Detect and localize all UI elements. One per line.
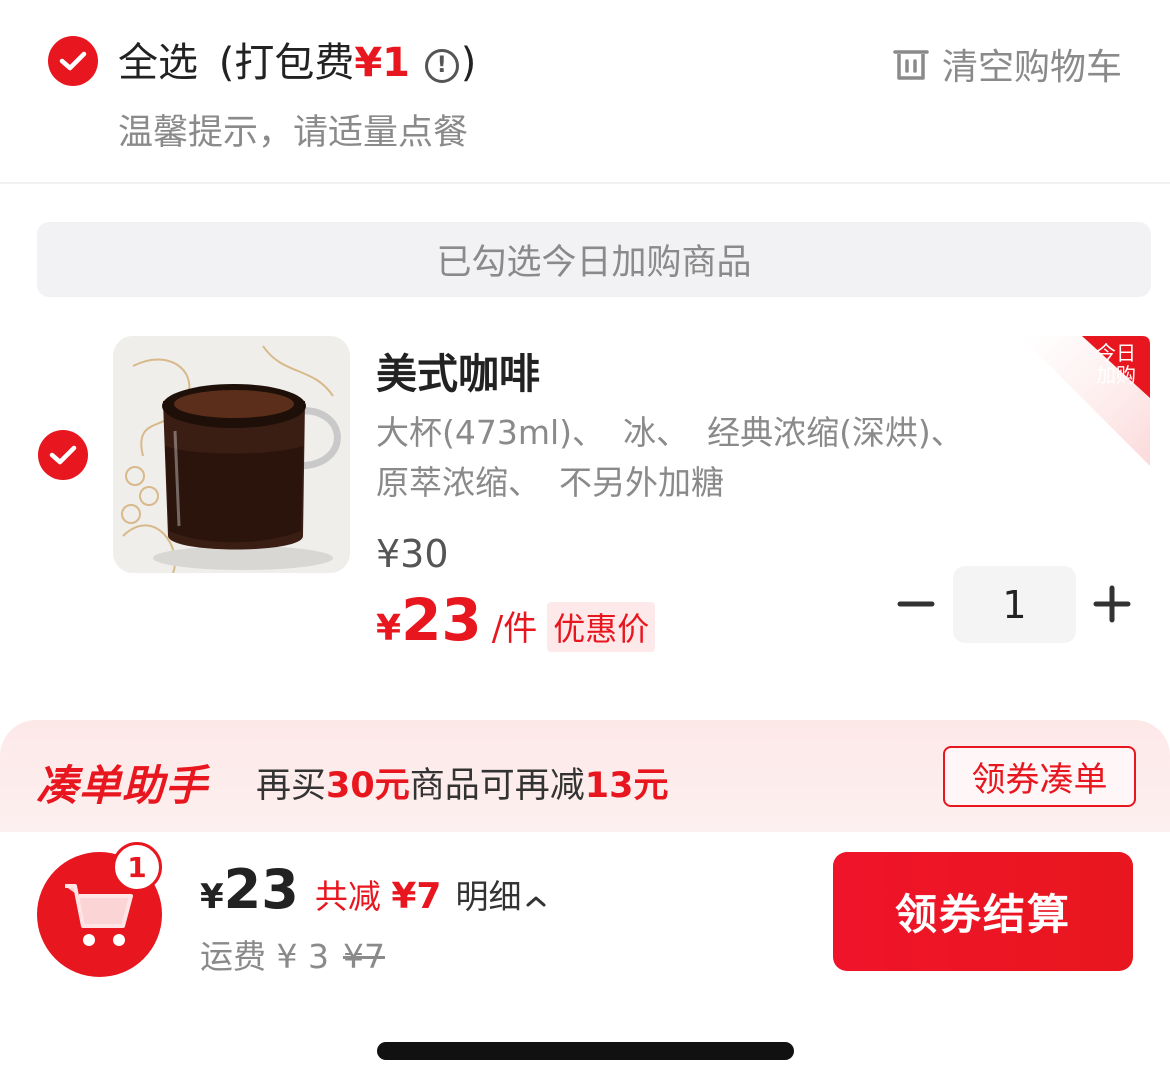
info-circle-icon[interactable]: !	[424, 48, 459, 83]
delivery-fee-original: ¥7	[342, 937, 385, 976]
price-detail-toggle[interactable]: 明细	[455, 870, 547, 918]
quantity-increase-button[interactable]	[1092, 584, 1132, 624]
product-image[interactable]	[113, 336, 350, 573]
badge-line-2: 加购	[1096, 363, 1136, 387]
total-currency: ¥	[200, 877, 224, 917]
check-icon	[49, 445, 77, 465]
trash-icon	[893, 50, 929, 80]
savings-label: 共减	[314, 877, 381, 916]
select-all-checkbox[interactable]	[48, 36, 98, 86]
helper-text-2: 商品可再减	[409, 766, 585, 806]
plus-icon	[1093, 585, 1131, 623]
home-indicator[interactable]	[377, 1042, 794, 1060]
coffee-cup-image	[113, 336, 350, 573]
deal-price-unit: /件	[491, 609, 538, 649]
selected-today-text: 已勾选今日加购商品	[436, 243, 752, 283]
select-all-text: 全选	[118, 40, 198, 86]
quantity-field[interactable]: 1	[953, 566, 1076, 643]
checkout-label: 领券结算	[894, 890, 1071, 939]
helper-amount: 30元	[326, 766, 410, 806]
clear-cart-label: 清空购物车	[942, 47, 1123, 88]
deal-price-tag: 优惠价	[547, 602, 656, 652]
product-name: 美式咖啡	[376, 350, 540, 398]
deal-price: ¥ 23 /件 优惠价	[376, 586, 656, 654]
quantity-value: 1	[1002, 582, 1027, 627]
delivery-fee-current: 运费 ¥ 3	[200, 937, 329, 976]
badge-line-1: 今日	[1096, 341, 1136, 365]
packing-fee-open: (打包费	[218, 40, 355, 86]
price-detail-label: 明细	[455, 877, 522, 916]
check-icon	[59, 51, 87, 71]
total-amount: 23	[223, 858, 299, 921]
option-extract: 原萃浓缩、	[376, 463, 541, 502]
option-temperature: 冰、	[623, 413, 690, 452]
cart-count: 1	[127, 850, 147, 884]
savings-amount: ¥7	[391, 876, 442, 917]
product-options: 大杯(473ml)、 冰、 经典浓缩(深烘)、原萃浓缩、 不另外加糖	[376, 408, 1136, 508]
total-savings: 共减 ¥7	[315, 870, 442, 918]
packing-fee-close: )	[460, 40, 477, 86]
order-total: ¥ 23 共减 ¥7 明细	[200, 858, 547, 921]
quantity-decrease-button[interactable]	[896, 584, 936, 624]
get-coupon-add-items-label: 领券凑单	[971, 760, 1108, 800]
select-all-label[interactable]: 全选 (打包费¥1 !)	[118, 30, 476, 88]
helper-discount: 13元	[584, 766, 669, 806]
packing-fee-price: ¥1	[354, 40, 410, 86]
option-espresso: 经典浓缩(深烘)、	[707, 413, 964, 452]
original-price: ¥30	[376, 532, 449, 576]
clear-cart-button[interactable]: 清空购物车	[892, 38, 1122, 90]
reminder-tip: 温馨提示，请适量点餐	[118, 113, 469, 153]
option-sugar: 不另外加糖	[559, 463, 724, 502]
delivery-fee: 运费 ¥ 3 ¥7	[200, 930, 385, 978]
deal-price-currency: ¥	[376, 608, 402, 649]
checkout-button[interactable]: 领券结算	[833, 852, 1133, 971]
header-divider	[0, 182, 1170, 184]
option-size: 大杯(473ml)、	[376, 413, 606, 452]
deal-price-value: 23	[401, 586, 482, 654]
cart-count-badge: 1	[112, 842, 162, 892]
get-coupon-add-items-button[interactable]: 领券凑单	[943, 746, 1136, 807]
helper-text-1: 再买	[256, 766, 327, 806]
order-helper-message: 再买30元商品可再减13元	[256, 757, 668, 808]
chevron-up-icon	[526, 896, 546, 907]
product-checkbox[interactable]	[38, 430, 88, 480]
minus-icon	[897, 601, 935, 607]
selected-today-banner: 已勾选今日加购商品	[37, 222, 1151, 297]
order-helper-title: 凑单助手	[36, 761, 209, 810]
